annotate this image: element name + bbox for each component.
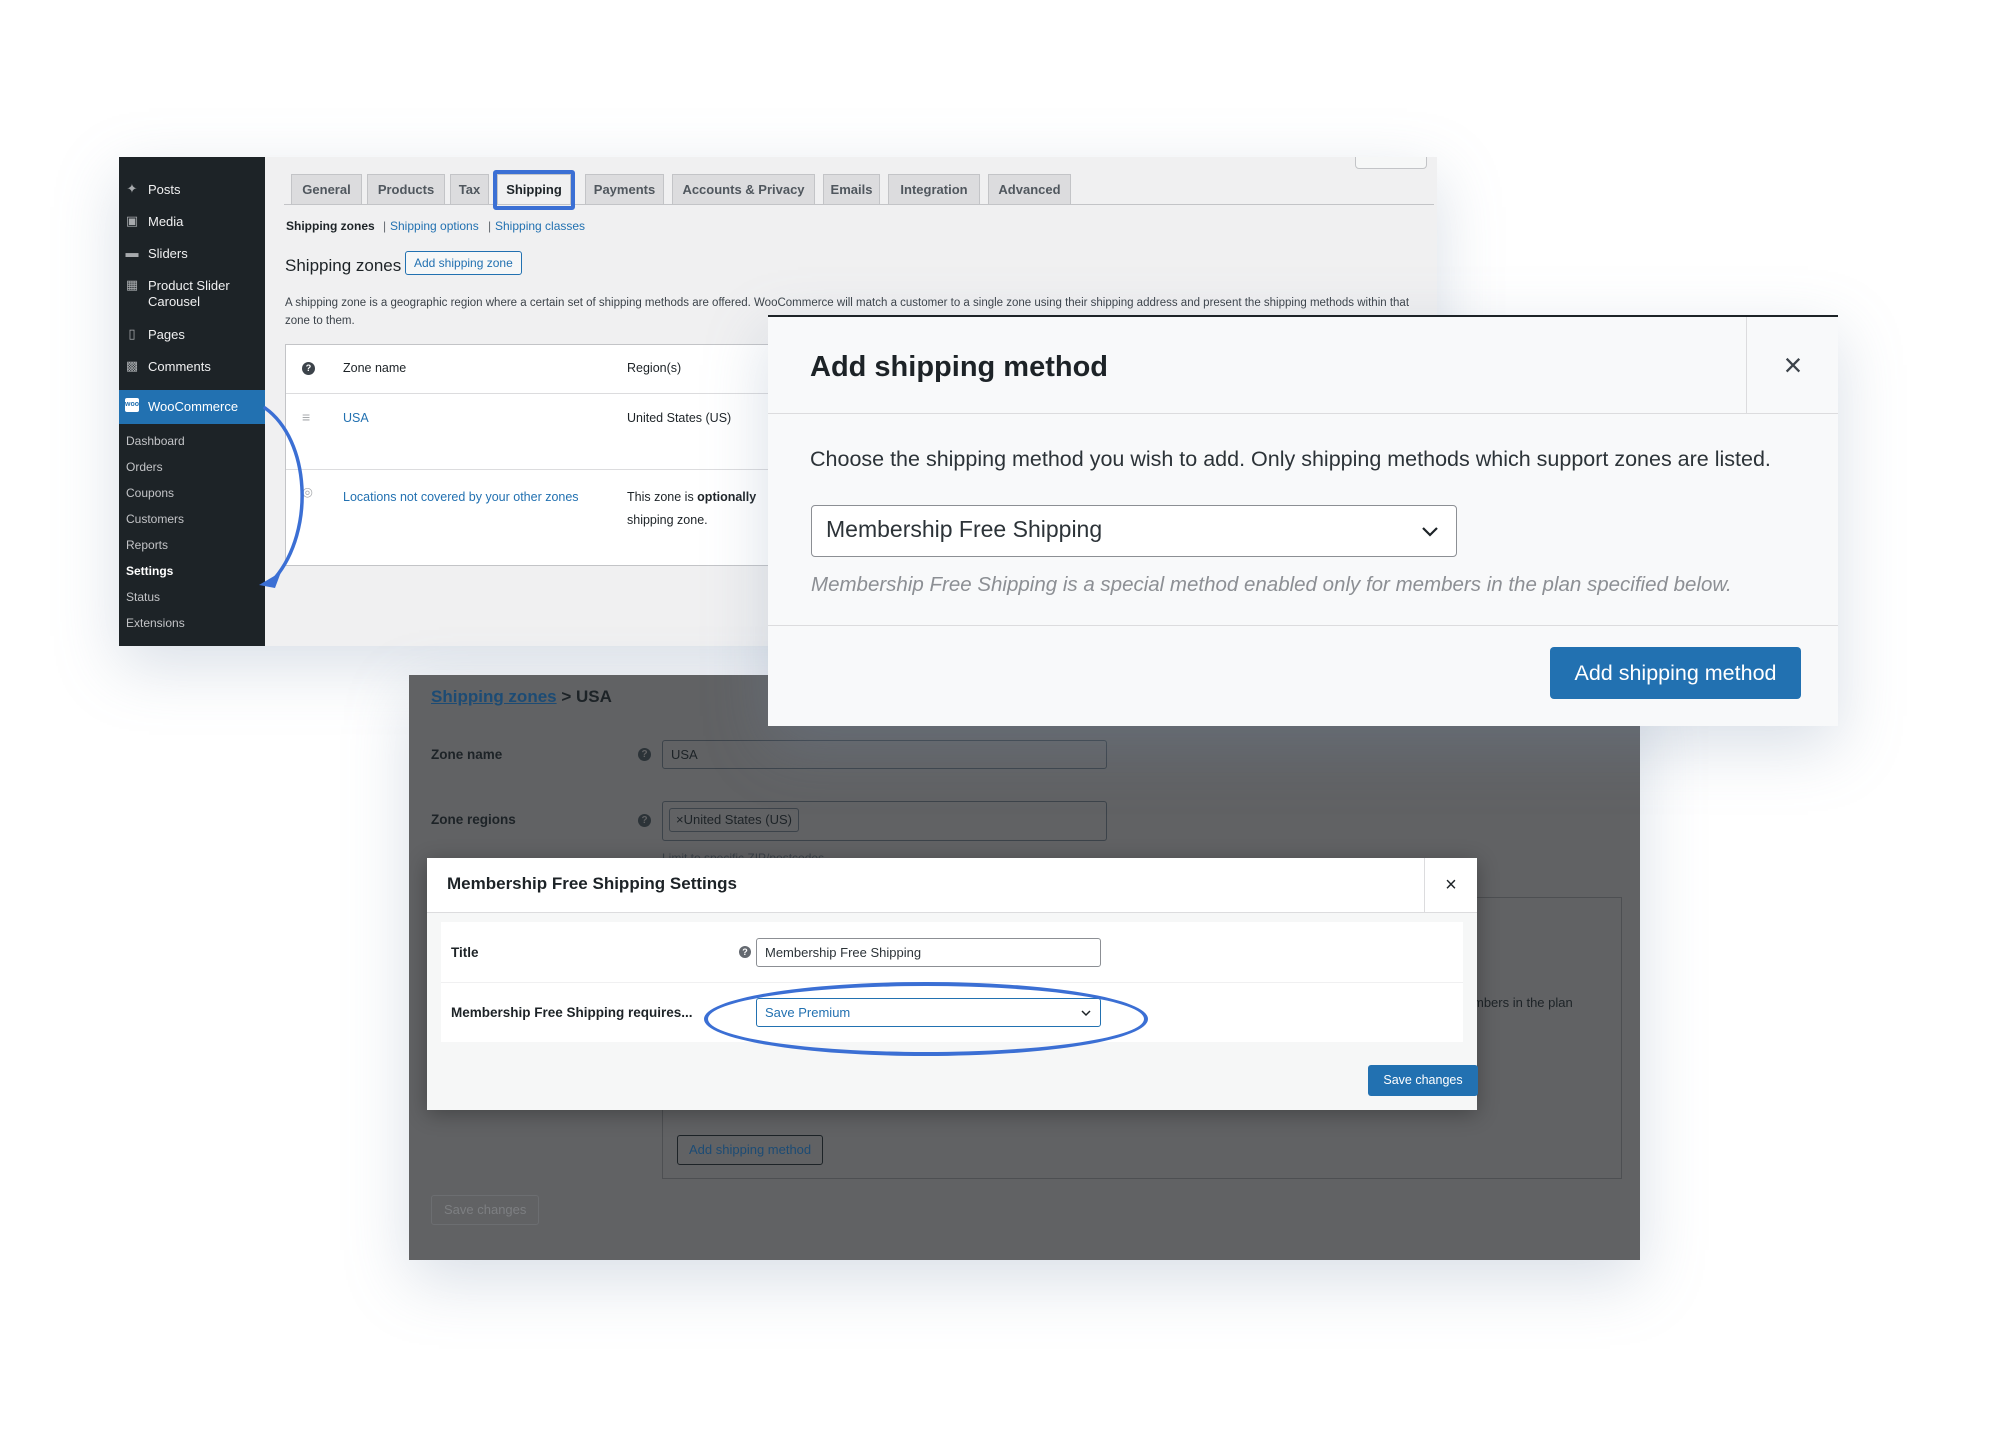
screen-options-button[interactable] [1355, 157, 1427, 169]
zone-name-input[interactable]: USA [662, 740, 1107, 769]
help-icon: ? [739, 946, 751, 958]
zone-link-usa[interactable]: USA [343, 411, 369, 425]
modal-header-divider [768, 413, 1838, 414]
method-settings-modal: Membership Free Shipping Settings × Titl… [427, 858, 1478, 1110]
zone-region-usa: United States (US) [627, 411, 732, 425]
submenu-coupons[interactable]: Coupons [126, 486, 174, 500]
tabs-divider [284, 204, 1434, 205]
submenu-customers[interactable]: Customers [126, 512, 184, 526]
submenu-reports[interactable]: Reports [126, 538, 168, 552]
region-chip[interactable]: ×United States (US) [669, 808, 799, 832]
comment-icon: ▩ [125, 358, 139, 373]
column-zone-name: Zone name [343, 361, 407, 375]
submenu-orders[interactable]: Orders [126, 460, 163, 474]
breadcrumb-shipping-zones-link[interactable]: Shipping zones [431, 687, 557, 706]
help-icon: ? [638, 748, 651, 761]
subsub-shipping-zones[interactable]: Shipping zones [286, 219, 375, 233]
modal-title: Add shipping method [810, 351, 1109, 383]
subsub-separator: | [383, 219, 387, 233]
zone-regions-label: Zone regions [431, 812, 516, 827]
zone-name-label: Zone name [431, 747, 503, 762]
breadcrumb: Shipping zones > USA [431, 687, 612, 706]
modal-footer-divider [768, 625, 1838, 626]
tab-tax[interactable]: Tax [450, 174, 489, 204]
subsub-separator: | [488, 219, 492, 233]
menu-product-slider-carousel[interactable]: ▦ Product Slider Carousel [119, 272, 265, 316]
chevron-down-icon [1422, 527, 1438, 537]
add-shipping-zone-button[interactable]: Add shipping zone [405, 251, 522, 275]
submenu-status[interactable]: Status [126, 590, 160, 604]
tab-emails[interactable]: Emails [823, 174, 880, 204]
menu-pages[interactable]: ▯ Pages [119, 321, 265, 351]
requires-label: Membership Free Shipping requires... [451, 1005, 693, 1020]
submenu-extensions[interactable]: Extensions [126, 616, 185, 630]
method-help-text: Membership Free Shipping is a special me… [811, 573, 1732, 596]
pin-icon: ✦ [126, 181, 138, 196]
woocommerce-logo-icon: woo [125, 398, 139, 412]
column-regions: Region(s) [627, 361, 682, 375]
modal-title: Membership Free Shipping Settings [447, 874, 737, 893]
close-icon[interactable]: × [1439, 870, 1463, 900]
menu-media[interactable]: ▣ Media [119, 208, 265, 238]
modal-description: Choose the shipping method you wish to a… [810, 447, 1771, 471]
method-description-partial: mbers in the plan [1473, 995, 1573, 1010]
add-shipping-method-submit-button[interactable]: Add shipping method [1550, 647, 1801, 699]
tab-accounts-privacy[interactable]: Accounts & Privacy [672, 174, 815, 204]
shipping-tab-highlight [493, 170, 575, 210]
zone-region-rest-of-world: This zone is optionally shipping zone. [627, 490, 757, 527]
admin-sidebar: ✦ Posts ▣ Media ▬ Sliders ▦ Product Slid… [119, 157, 265, 646]
save-changes-button[interactable]: Save changes [1368, 1065, 1478, 1096]
add-shipping-method-button[interactable]: Add shipping method [677, 1135, 824, 1165]
media-icon: ▣ [125, 213, 139, 228]
tab-payments[interactable]: Payments [585, 174, 664, 204]
submenu-settings[interactable]: Settings [126, 564, 173, 578]
requires-select-highlight [704, 982, 1148, 1056]
sliders-icon: ▬ [125, 245, 139, 260]
zone-link-rest-of-world[interactable]: Locations not covered by your other zone… [343, 486, 583, 509]
subsub-shipping-classes[interactable]: Shipping classes [495, 219, 585, 233]
tab-general[interactable]: General [291, 174, 362, 204]
add-shipping-method-modal: Add shipping method × Choose the shippin… [768, 315, 1838, 726]
menu-woocommerce[interactable]: woo WooCommerce [119, 390, 265, 424]
menu-sliders[interactable]: ▬ Sliders [119, 240, 265, 270]
shipping-method-select[interactable]: Membership Free Shipping [811, 505, 1457, 557]
annotation-arrow-icon [259, 406, 304, 588]
breadcrumb-current: USA [575, 687, 612, 706]
carousel-icon: ▦ [125, 277, 139, 292]
zone-regions-input[interactable]: ×United States (US) [662, 801, 1107, 841]
page-title: Shipping zones [285, 256, 402, 275]
tab-advanced[interactable]: Advanced [988, 174, 1071, 204]
menu-posts[interactable]: ✦ Posts [119, 176, 265, 206]
menu-comments[interactable]: ▩ Comments [119, 353, 265, 383]
subsub-shipping-options[interactable]: Shipping options [390, 219, 479, 233]
title-label: Title [451, 945, 479, 960]
submenu-dashboard[interactable]: Dashboard [126, 434, 185, 448]
help-icon: ? [302, 362, 315, 375]
close-icon[interactable]: × [1773, 341, 1813, 389]
title-input[interactable]: Membership Free Shipping [756, 938, 1101, 967]
tab-integration[interactable]: Integration [888, 174, 980, 204]
usa-zone-screenshot: Shipping zones > USA Zone name ? USA Zon… [409, 675, 1640, 1260]
pages-icon: ▯ [128, 326, 136, 341]
tab-products[interactable]: Products [367, 174, 445, 204]
save-changes-button-disabled[interactable]: Save changes [431, 1195, 540, 1225]
help-icon: ? [638, 814, 651, 827]
